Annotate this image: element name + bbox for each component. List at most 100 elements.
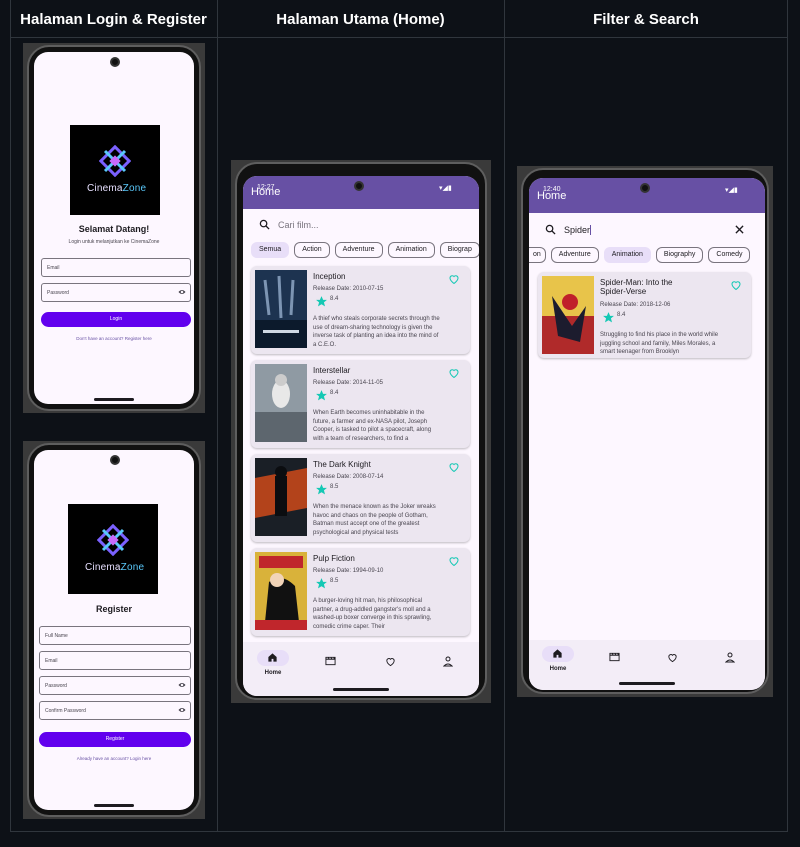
genre-chips: on Adventure Animation Biography Comedy [529,247,765,263]
welcome-title: Selamat Datang! [78,224,150,234]
status-icons: ▾◢▮ [725,187,738,194]
appbar-title: Home [251,186,281,198]
status-icons: ▾◢▮ [439,185,452,192]
cinemazone-logo: CinemaZone [70,125,160,215]
rating: 8.4 [315,389,338,402]
star-icon [316,296,327,307]
column-header-home: Halaman Utama (Home) [276,11,445,28]
logo-icon [97,524,129,556]
search-bar[interactable]: Cari film... [259,219,319,230]
movie-card[interactable]: The Dark Knight Release Date: 2008-07-14… [251,454,470,542]
search-bar[interactable]: Spider [545,224,592,235]
movie-poster [255,458,307,536]
movie-clapper-icon[interactable] [325,656,336,666]
favorite-heart-icon[interactable] [448,461,460,473]
column-divider [504,0,505,832]
movie-poster [255,552,307,630]
login-link[interactable]: Already have an account? Login here [34,756,194,761]
home-icon[interactable] [552,648,563,659]
eye-icon[interactable] [178,682,186,688]
profile-icon[interactable] [443,656,453,667]
home-screen: 12:27 Home ▾◢▮ Cari film... Semua Action… [243,176,479,696]
phone-frame: CinemaZone Register Full Name Email Pass… [27,443,201,817]
favorite-heart-icon[interactable] [448,367,460,379]
profile-icon[interactable] [725,652,735,663]
movie-description: A thief who steals corporate secrets thr… [313,316,440,348]
favorite-icon[interactable] [385,656,396,667]
release-date: Release Date: 1994-09-10 [313,568,384,574]
movie-description: When the menace known as the Joker wreak… [313,504,436,536]
welcome-subtitle: Login untuk melanjutkan ke CinemaZone [68,239,160,245]
star-icon [316,484,327,495]
movie-description: Struggling to find his place in the worl… [600,332,719,355]
chip-biography[interactable]: Biograp [439,242,479,258]
eye-icon[interactable] [178,707,186,713]
release-date: Release Date: 2008-07-14 [313,474,384,480]
home-indicator [333,688,389,691]
favorite-heart-icon[interactable] [448,555,460,567]
email-field[interactable]: Email [41,258,191,277]
star-icon [603,312,614,323]
favorite-heart-icon[interactable] [448,273,460,285]
rating: 8.5 [315,577,338,590]
chip-comedy[interactable]: Comedy [708,247,751,263]
chip-action[interactable]: Action [294,242,330,258]
rating: 8.4 [602,311,625,324]
chip-animation[interactable]: Animation [387,242,435,258]
text-caret [590,224,592,235]
login-screenshot: CinemaZone Selamat Datang! Login untuk m… [23,43,205,413]
chip-animation[interactable]: Animation [603,247,651,263]
clear-icon[interactable] [735,225,744,234]
release-date: Release Date: 2018-12-06 [600,302,671,308]
eye-icon[interactable] [178,289,186,295]
phone-frame: 12:40 Home ▾◢▮ Spider on Adventure Anima… [521,168,769,694]
chip-biography[interactable]: Biography [655,247,704,263]
genre-chips: Semua Action Adventure Animation Biograp [251,242,479,258]
top-app-bar: 12:27 Home ▾◢▮ [243,176,479,209]
movie-title: The Dark Knight [313,460,371,469]
movie-clapper-icon[interactable] [609,652,620,662]
home-indicator [94,804,134,807]
movie-title: Interstellar [313,366,351,375]
login-button[interactable]: Login [41,312,191,327]
header-divider [10,37,788,38]
release-date: Release Date: 2010-07-15 [313,286,384,292]
register-screenshot: CinemaZone Register Full Name Email Pass… [23,441,205,819]
confirm-password-field[interactable]: Confirm Password [39,701,191,720]
search-placeholder: Cari film... [278,219,319,230]
movie-card[interactable]: Inception Release Date: 2010-07-15 8.4 A… [251,266,470,354]
logo-icon [99,145,131,177]
register-link[interactable]: Don't have an account? Register here [34,336,194,341]
release-date: Release Date: 2014-11-05 [313,380,383,386]
register-button[interactable]: Register [39,732,191,747]
password-field[interactable]: Password [39,676,191,695]
favorite-icon[interactable] [667,652,678,663]
nav-home-label: Home [264,670,282,676]
movie-card[interactable]: Spider-Man: Into the Spider-Verse Release… [538,272,751,358]
chip-adventure[interactable]: Adventure [550,247,599,263]
search-icon [259,219,270,230]
email-field[interactable]: Email [39,651,191,670]
favorite-heart-icon[interactable] [730,279,742,291]
phone-frame: 12:27 Home ▾◢▮ Cari film... Semua Action… [235,162,487,700]
nav-home-label: Home [549,666,567,672]
star-icon [316,390,327,401]
top-app-bar: 12:40 Home ▾◢▮ [529,178,765,213]
rating: 8.4 [315,295,338,308]
cinemazone-logo: CinemaZone [68,504,158,594]
movie-title: Pulp Fiction [313,554,355,563]
star-icon [316,578,327,589]
movie-title: Spider-Man: Into the Spider-Verse [600,278,673,296]
chip-action-partial[interactable]: on [529,247,546,263]
camera-cutout [110,57,120,67]
login-screen: CinemaZone Selamat Datang! Login untuk m… [34,52,194,404]
password-field[interactable]: Password [41,283,191,302]
full-name-field[interactable]: Full Name [39,626,191,645]
movie-card[interactable]: Interstellar Release Date: 2014-11-05 8.… [251,360,470,448]
register-title: Register [95,604,132,614]
chip-adventure[interactable]: Adventure [334,242,383,258]
home-icon[interactable] [267,652,278,663]
phone-frame: CinemaZone Selamat Datang! Login untuk m… [27,45,201,411]
chip-semua[interactable]: Semua [251,242,290,258]
movie-card[interactable]: Pulp Fiction Release Date: 1994-09-10 8.… [251,548,470,636]
